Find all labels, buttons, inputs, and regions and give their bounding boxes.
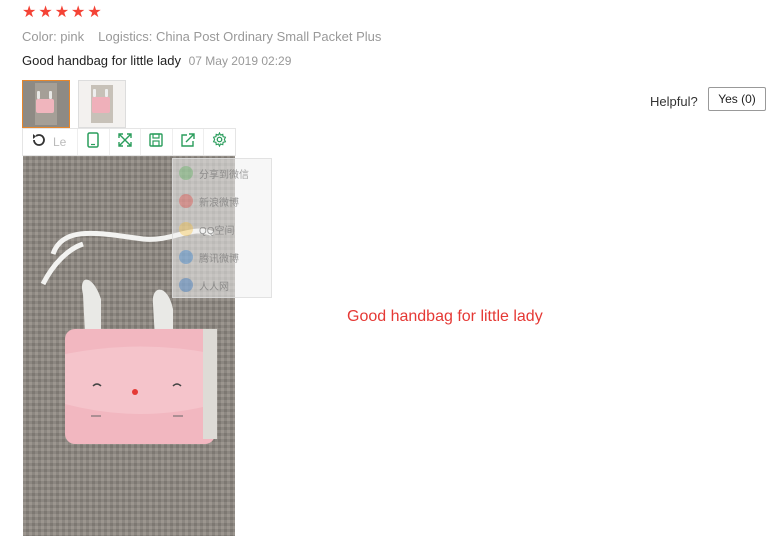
renren-icon [179,278,193,292]
review-photo-thumbnail-2[interactable] [78,80,126,128]
star-icon: ★ [71,4,86,21]
star-icon: ★ [87,4,102,21]
review-header: Good handbag for little lady 07 May 2019… [22,53,291,68]
share-menu-item[interactable]: 腾讯微博 [173,243,271,271]
star-icon: ★ [22,4,37,21]
share-button[interactable] [171,129,204,155]
phone-view-button[interactable] [76,129,109,155]
wechat-icon [179,166,193,180]
share-menu: 分享到微信 新浪微博 QQ空间 腾讯微博 人人网 [172,158,272,298]
logistics-attribute: Logistics: China Post Ordinary Small Pac… [98,29,382,44]
helpful-label: Helpful? [650,94,698,109]
rotate-button[interactable]: Le [23,129,77,155]
star-icon: ★ [38,4,53,21]
share-menu-item[interactable]: 人人网 [173,271,271,299]
fullscreen-icon [118,132,132,152]
share-menu-item-label: 分享到微信 [199,169,249,181]
share-menu-item-label: 腾讯微博 [199,253,239,265]
star-icon: ★ [54,4,70,21]
save-button[interactable] [140,129,172,155]
image-viewer-toolbar: Le [22,128,236,156]
review-attributes: Color: pink Logistics: China Post Ordinar… [22,29,381,44]
helpful-yes-button[interactable]: Yes (0) [708,87,766,111]
share-menu-item[interactable]: 新浪微博 [173,187,271,215]
share-icon [181,132,195,152]
phone-icon [86,131,100,153]
fullscreen-button[interactable] [108,129,141,155]
qzone-icon [179,222,193,236]
tencent-weibo-icon [179,250,193,264]
color-attribute: Color: pink [22,29,85,44]
share-menu-item[interactable]: 分享到微信 [173,159,271,187]
weibo-icon [179,194,193,208]
review-date: 07 May 2019 02:29 [188,54,292,68]
review-photo-thumbnail-1[interactable] [22,80,70,128]
share-menu-item-label: 新浪微博 [199,197,239,209]
rotate-label: Le [53,135,67,149]
rotate-icon [31,132,47,153]
share-menu-item-label: QQ空间 [199,225,235,237]
rating-stars: ★ ★ ★ ★ ★ [22,5,102,21]
review-text: Good handbag for little lady [22,53,181,68]
image-caption: Good handbag for little lady [347,308,543,325]
share-menu-item[interactable]: QQ空间 [173,215,271,243]
settings-button[interactable] [203,129,235,155]
save-icon [149,132,164,152]
gear-icon [212,131,227,152]
share-menu-item-label: 人人网 [199,281,229,293]
